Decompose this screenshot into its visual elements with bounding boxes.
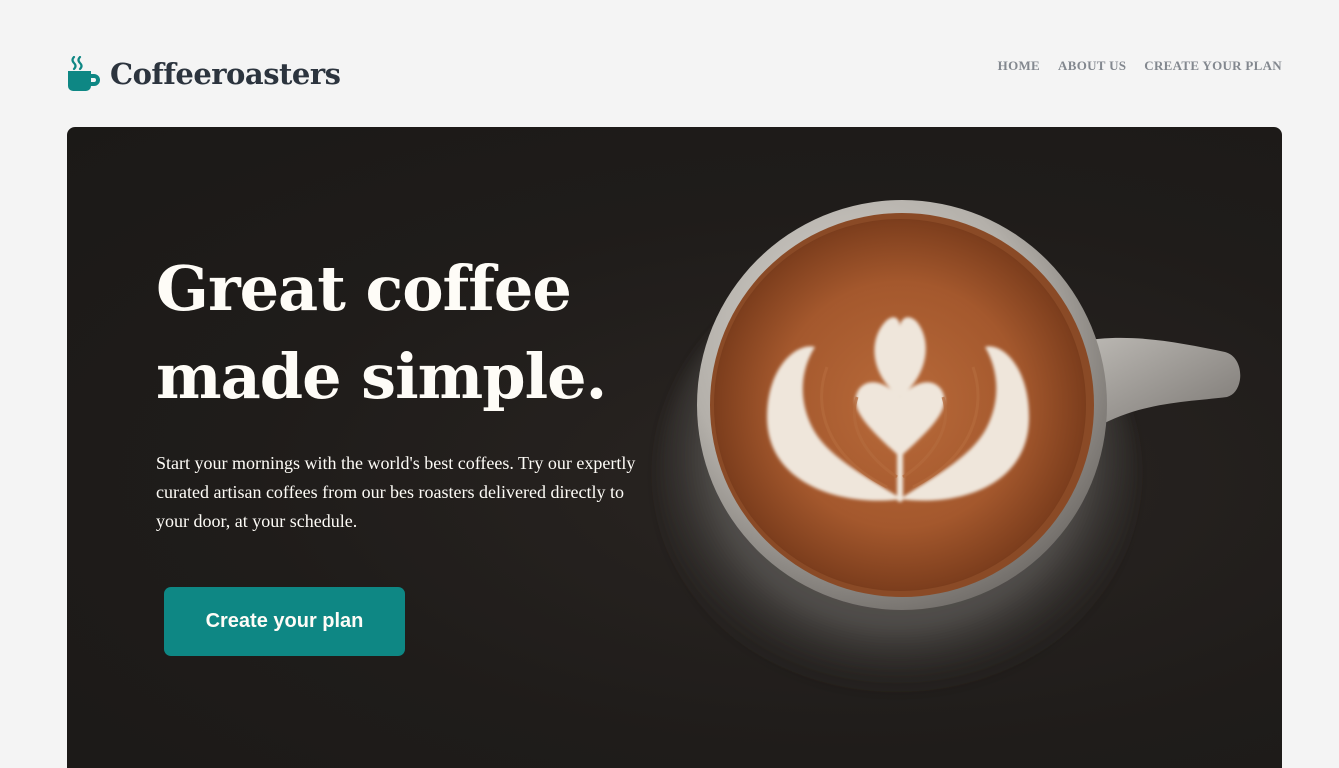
hero-headline-line-2: made simple. bbox=[156, 340, 607, 413]
brand-logo[interactable]: Coffeeroasters bbox=[67, 52, 341, 96]
hero-section: Great coffee made simple. Start your mor… bbox=[67, 127, 1282, 768]
brand-name: Coffeeroasters bbox=[110, 57, 341, 91]
hero-headline-line-1: Great coffee bbox=[156, 252, 572, 325]
hero-description: Start your mornings with the world's bes… bbox=[156, 453, 636, 531]
nav-link-home[interactable]: HOME bbox=[998, 58, 1040, 74]
nav-link-about-us[interactable]: ABOUT US bbox=[1058, 58, 1126, 74]
main-nav: HOME ABOUT US CREATE YOUR PLAN bbox=[998, 58, 1282, 74]
create-plan-button[interactable]: Create your plan bbox=[164, 587, 405, 656]
coffee-cup-icon bbox=[68, 56, 100, 91]
site-header: Coffeeroasters HOME ABOUT US CREATE YOUR… bbox=[67, 52, 1282, 96]
nav-link-create-your-plan[interactable]: CREATE YOUR PLAN bbox=[1144, 58, 1282, 74]
latte-art-image bbox=[657, 200, 1241, 697]
hero-headline: Great coffee made simple. bbox=[156, 245, 676, 421]
